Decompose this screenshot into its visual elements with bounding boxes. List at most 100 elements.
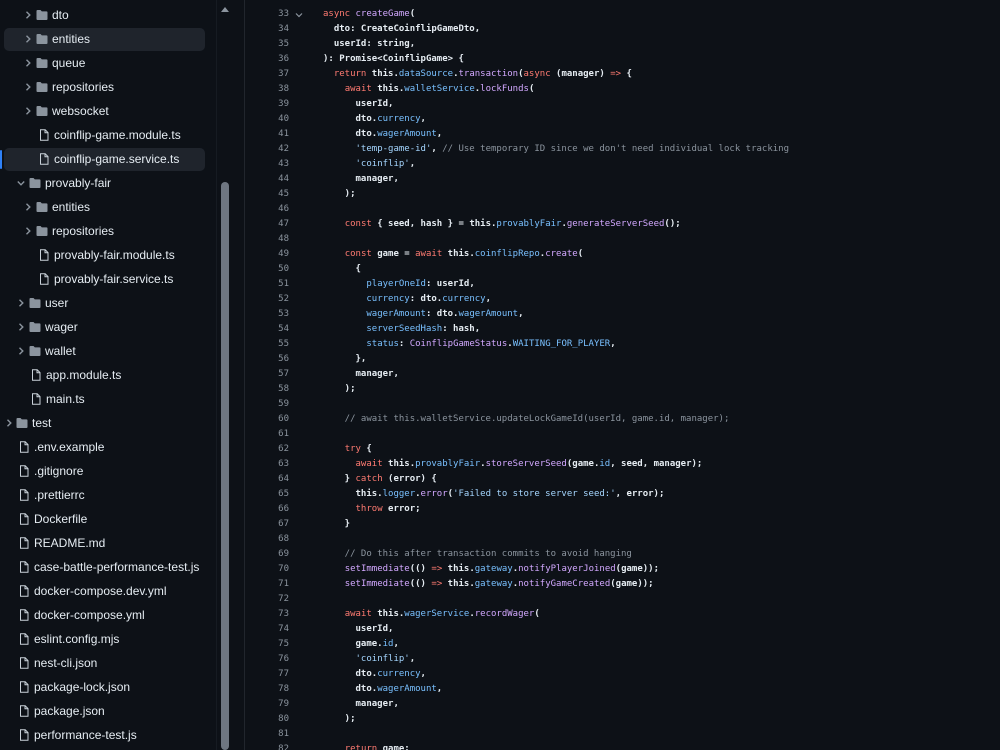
code-token: notifyPlayerJoined	[518, 564, 616, 574]
scrollbar-thumb[interactable]	[221, 182, 229, 750]
chevron-right-icon[interactable]	[4, 418, 14, 428]
code-text: async createGame(	[323, 7, 415, 22]
file-icon	[18, 537, 30, 549]
code-text: );	[323, 712, 356, 727]
file-tree-item[interactable]: main.ts	[4, 388, 205, 411]
line-number: 73	[278, 609, 289, 619]
code-token: {	[323, 264, 361, 274]
code-line: 41 dto.wagerAmount,	[245, 127, 1000, 142]
line-number: 64	[278, 474, 289, 484]
line-number: 39	[278, 99, 289, 109]
file-tree-item[interactable]: repositories	[4, 220, 205, 243]
file-tree-item[interactable]: provably-fair.service.ts	[4, 268, 205, 291]
file-tree-scrollbar[interactable]	[216, 0, 232, 750]
file-tree-item[interactable]: app.module.ts	[4, 364, 205, 387]
file-tree-item[interactable]: test	[4, 412, 205, 435]
line-number: 52	[278, 294, 289, 304]
file-tree-item-label: app.module.ts	[46, 368, 122, 382]
file-tree-item[interactable]: nest-cli.json	[4, 652, 205, 675]
code-line: 74 userId,	[245, 622, 1000, 637]
code-token: , error);	[615, 489, 665, 499]
code-line: 75 game.id,	[245, 637, 1000, 652]
chevron-right-icon[interactable]	[23, 202, 33, 212]
chevron-right-icon[interactable]	[23, 10, 33, 20]
chevron-right-icon[interactable]	[23, 106, 33, 116]
file-tree-item[interactable]: entities	[4, 28, 205, 51]
code-line: 82 return game;	[245, 742, 1000, 750]
line-number: 35	[278, 39, 289, 49]
line-number: 54	[278, 324, 289, 334]
chevron-down-icon[interactable]	[16, 178, 26, 188]
file-tree-item[interactable]: Dockerfile	[4, 508, 205, 531]
code-text: manager,	[323, 697, 399, 712]
file-tree-item[interactable]: .prettierrc	[4, 484, 205, 507]
code-text: currency: dto.currency,	[323, 292, 491, 307]
chevron-right-icon[interactable]	[16, 298, 26, 308]
file-tree-item[interactable]: provably-fair	[4, 172, 205, 195]
code-line: 70 setImmediate(() => this.gateway.notif…	[245, 562, 1000, 577]
folder-icon	[36, 201, 48, 213]
file-tree-item[interactable]: wallet	[4, 340, 205, 363]
line-number: 58	[278, 384, 289, 394]
file-tree-item[interactable]: wager	[4, 316, 205, 339]
code-token: catch	[355, 474, 389, 484]
file-tree-item[interactable]: docker-compose.yml	[4, 604, 205, 627]
chevron-right-icon[interactable]	[23, 58, 33, 68]
chevron-right-icon[interactable]	[23, 34, 33, 44]
file-tree-item[interactable]: package-lock.json	[4, 676, 205, 699]
file-tree-item[interactable]: performance-test.js	[4, 724, 205, 747]
file-tree-item[interactable]: entities	[4, 196, 205, 219]
file-tree-item[interactable]: case-battle-performance-test.js	[4, 556, 205, 579]
code-token: CoinflipGameStatus	[409, 339, 508, 349]
line-number: 37	[278, 69, 289, 79]
code-token: },	[323, 354, 367, 364]
code-token: , seed, manager);	[610, 459, 703, 469]
code-token: currency	[377, 114, 421, 124]
file-tree-item[interactable]: docker-compose.dev.yml	[4, 580, 205, 603]
code-token: generateServerSeed	[566, 219, 665, 229]
file-tree-item[interactable]: eslint.config.mjs	[4, 628, 205, 651]
code-token: manager,	[323, 369, 399, 379]
file-tree-item[interactable]: README.md	[4, 532, 205, 555]
code-line: 53 wagerAmount: dto.wagerAmount,	[245, 307, 1000, 322]
file-tree-item[interactable]: provably-fair.module.ts	[4, 244, 205, 267]
file-tree-item[interactable]: package.json	[4, 700, 205, 723]
code-text: throw error;	[323, 502, 421, 517]
line-number: 45	[278, 189, 289, 199]
file-tree-item[interactable]: repositories	[4, 76, 205, 99]
file-tree-item[interactable]: coinflip-game.service.ts	[0, 148, 205, 171]
code-token: (game));	[615, 564, 660, 574]
fold-chevron-icon[interactable]	[295, 11, 303, 19]
file-tree-item[interactable]: queue	[4, 52, 205, 75]
code-line: 73 await this.wagerService.recordWager(	[245, 607, 1000, 622]
scroll-up-arrow-icon[interactable]	[220, 5, 230, 13]
chevron-right-icon[interactable]	[16, 346, 26, 356]
code-line: 35 userId: string,	[245, 37, 1000, 52]
code-token: game.	[323, 639, 383, 649]
code-token: transaction	[458, 69, 519, 79]
file-tree-item[interactable]: websocket	[4, 100, 205, 123]
file-tree-item-label: Dockerfile	[34, 512, 88, 526]
line-number: 81	[278, 729, 289, 739]
code-line: 77 dto.currency,	[245, 667, 1000, 682]
file-tree-item[interactable]: .gitignore	[4, 460, 205, 483]
file-tree-item[interactable]: dto	[4, 4, 205, 27]
code-line: 45 );	[245, 187, 1000, 202]
line-number: 44	[278, 174, 289, 184]
line-number: 42	[278, 144, 289, 154]
file-tree-item-label: test	[32, 416, 52, 430]
code-token: const	[344, 249, 378, 259]
file-tree-item[interactable]: coinflip-game.module.ts	[4, 124, 205, 147]
code-line: 72	[245, 592, 1000, 607]
file-tree-item[interactable]: .env.example	[4, 436, 205, 459]
code-token: wagerAmount	[458, 309, 519, 319]
file-tree-item[interactable]: user	[4, 292, 205, 315]
chevron-right-icon[interactable]	[23, 82, 33, 92]
code-token: this.	[447, 579, 475, 589]
chevron-right-icon[interactable]	[16, 322, 26, 332]
chevron-right-icon[interactable]	[23, 226, 33, 236]
code-line: 57 manager,	[245, 367, 1000, 382]
